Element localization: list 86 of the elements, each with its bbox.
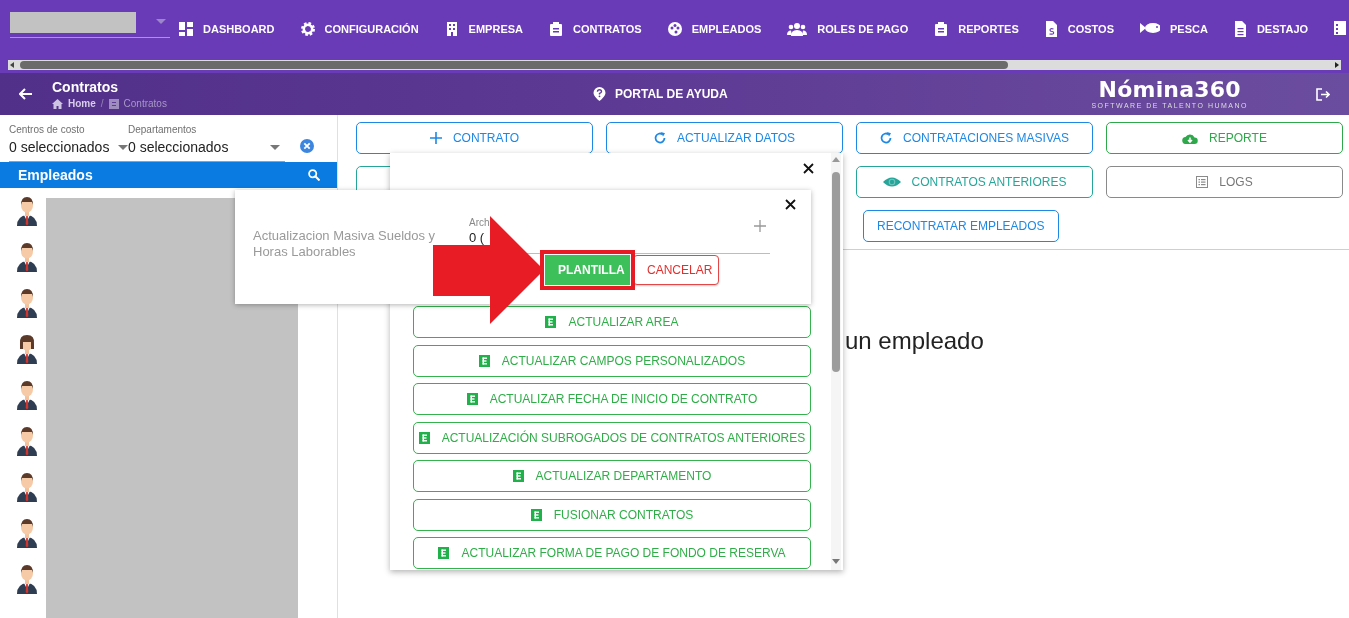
action-button[interactable]: LOGS xyxy=(1106,166,1343,198)
nav-item[interactable]: CONFIGURACIÓN xyxy=(300,21,419,37)
spreadsheet-icon xyxy=(418,431,430,444)
nav-item[interactable]: PESCA xyxy=(1140,21,1208,37)
breadcrumb-current: Contratos xyxy=(123,98,167,109)
avatar-icon xyxy=(16,196,38,226)
nav-item[interactable]: EMPRESA xyxy=(444,21,523,37)
document-icon xyxy=(1233,21,1247,37)
page-title: Contratos xyxy=(52,79,120,95)
avatar-icon xyxy=(16,426,38,456)
clipboard-icon xyxy=(108,98,119,109)
nav-item[interactable]: DASHBOARD xyxy=(179,21,275,37)
menu-button[interactable]: FUSIONAR CONTRATOS xyxy=(413,498,811,531)
panel-title: Empleados xyxy=(18,167,93,183)
fish-icon xyxy=(1140,22,1160,36)
menu-button[interactable]: ACTUALIZAR DEPARTAMENTO xyxy=(413,460,811,492)
nav-item[interactable]: COSTOS xyxy=(1044,21,1114,37)
plus-icon xyxy=(429,132,442,144)
horizontal-scrollbar[interactable] xyxy=(8,60,1341,70)
spreadsheet-icon xyxy=(512,470,524,482)
avatar-icon xyxy=(16,380,38,410)
cloud-download-icon xyxy=(1182,132,1199,144)
home-icon xyxy=(52,98,63,109)
nav-item[interactable]: CONTRATOS xyxy=(549,21,642,37)
nav-item[interactable]: ROLES DE PAGO xyxy=(787,21,909,37)
dashboard-icon xyxy=(179,22,193,36)
vertical-scrollbar[interactable] xyxy=(831,153,841,570)
invoice-icon xyxy=(1044,21,1058,37)
action-button[interactable]: CONTRATOS ANTERIORES xyxy=(856,166,1093,198)
spreadsheet-icon xyxy=(530,508,542,521)
plus-icon[interactable] xyxy=(754,220,766,232)
avatar-icon xyxy=(16,334,38,364)
filter-select[interactable]: Centros de costo 0 seleccionados xyxy=(9,124,128,161)
close-icon[interactable] xyxy=(803,163,814,174)
menu-button[interactable]: ACTUALIZAR FORMA DE PAGO DE FONDO DE RESERVA xyxy=(413,537,811,569)
caret-icon xyxy=(118,144,128,150)
avatar-icon xyxy=(16,288,38,318)
menu-button[interactable]: ACTUALIZAR CAMPOS PERSONALIZADOS xyxy=(413,344,811,377)
nav-item[interactable]: EMPLEADOS xyxy=(667,21,762,37)
menu-button[interactable]: ACTUALIZAR FECHA DE INICIO DE CONTRATO xyxy=(413,383,811,415)
spreadsheet-icon xyxy=(478,354,490,367)
spreadsheet-icon xyxy=(466,393,478,405)
spreadsheet-icon xyxy=(545,316,557,328)
field-value[interactable]: 0 ( xyxy=(469,231,485,245)
avatar-icon xyxy=(16,564,38,594)
avatar-icon xyxy=(16,242,38,272)
building-icon xyxy=(444,22,459,36)
breadcrumb-separator: / xyxy=(100,98,104,109)
caret-icon xyxy=(156,19,166,24)
eye-icon xyxy=(882,176,901,188)
avatar-icon xyxy=(16,518,38,548)
refresh-icon xyxy=(653,132,666,144)
cancel-button[interactable]: CANCELAR xyxy=(633,255,719,285)
help-icon xyxy=(593,87,606,101)
palette-icon xyxy=(667,22,682,36)
action-button[interactable]: REPORTE xyxy=(1106,122,1343,154)
action-button[interactable]: ACTUALIZAR DATOS xyxy=(606,122,843,154)
spreadsheet-icon xyxy=(438,547,450,559)
menu-button[interactable]: ACTUALIZACIÓN SUBROGADOS DE CONTRATOS ANTERIORES xyxy=(413,421,811,454)
action-button[interactable]: CONTRATACIONES MASIVAS xyxy=(856,122,1093,154)
clipboard-icon xyxy=(934,22,949,36)
help-link[interactable]: PORTAL DE AYUDA xyxy=(593,87,728,101)
dialog-title: Actualizacion Masiva Sueldos y Horas Laborables xyxy=(253,228,437,260)
list-icon xyxy=(1196,176,1209,188)
empty-message: un empleado xyxy=(845,327,984,355)
search-icon[interactable] xyxy=(308,169,320,181)
nav-item[interactable]: REPORTES xyxy=(934,21,1019,37)
avatar-icon xyxy=(16,472,38,502)
filter-select[interactable]: Departamentos 0 seleccionados xyxy=(128,124,285,161)
settings-icon xyxy=(300,22,315,36)
clear-icon[interactable] xyxy=(300,139,314,153)
field-label: Arch xyxy=(469,217,490,228)
menu-button[interactable]: ACTUALIZAR AREA xyxy=(413,306,811,338)
table-icon[interactable] xyxy=(1334,21,1347,35)
refresh-icon xyxy=(880,132,892,144)
action-button[interactable]: RECONTRATAR EMPLEADOS xyxy=(863,210,1059,242)
back-icon[interactable] xyxy=(19,88,33,100)
caret-icon xyxy=(270,144,280,150)
nav-item[interactable]: DESTAJO xyxy=(1233,21,1309,37)
users-icon xyxy=(787,22,808,36)
breadcrumb-link[interactable]: Home xyxy=(68,98,96,109)
logout-icon[interactable] xyxy=(1316,87,1330,101)
clipboard-icon xyxy=(549,22,563,36)
close-icon[interactable] xyxy=(785,199,796,210)
template-button[interactable]: PLANTILLA xyxy=(545,255,630,285)
action-button[interactable]: CONTRATO xyxy=(356,122,593,154)
